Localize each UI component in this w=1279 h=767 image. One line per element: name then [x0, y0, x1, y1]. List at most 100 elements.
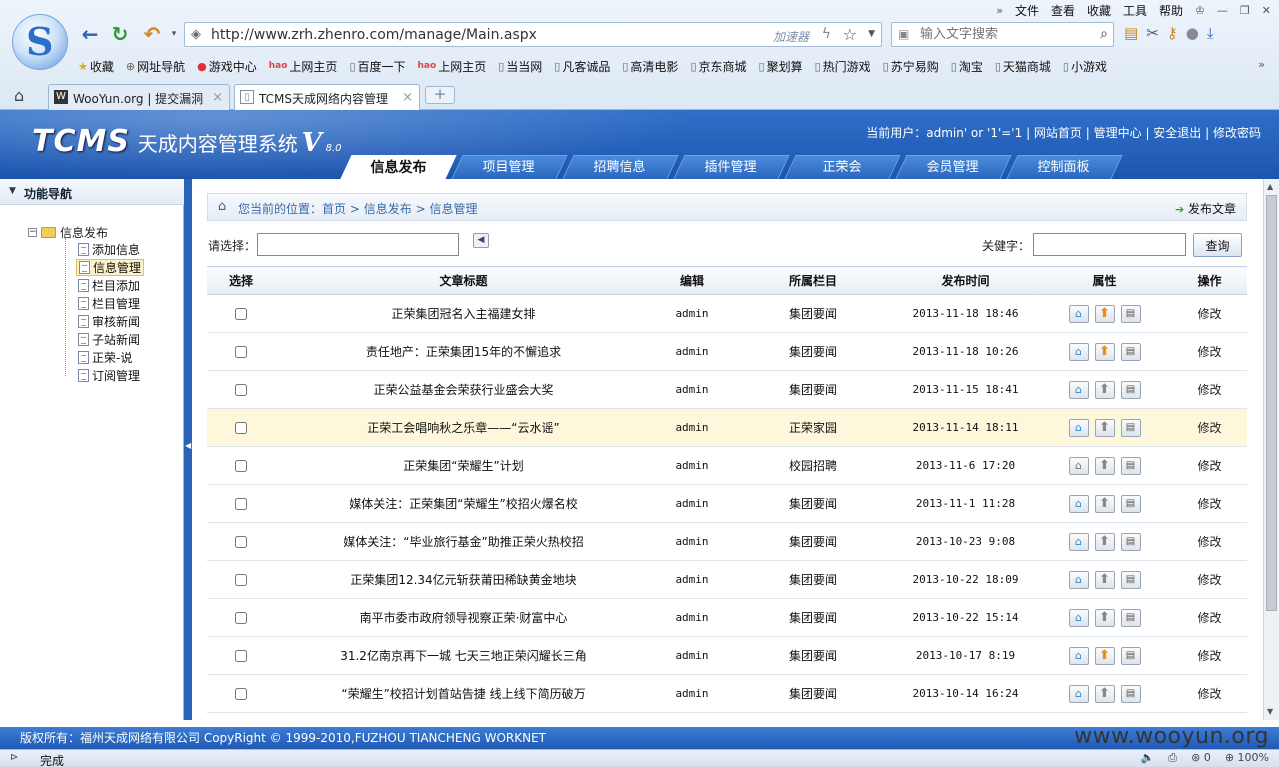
bookmark-item[interactable]: ▯ 高清电影: [622, 57, 678, 75]
nav-tab[interactable]: 会员管理: [895, 155, 1012, 179]
title-cell[interactable]: 31.2亿南京再下一城 七天三地正荣闪耀长三角: [275, 636, 652, 675]
sidebar-item[interactable]: 信息管理: [76, 259, 145, 276]
home-page-icon[interactable]: ⌂: [1068, 570, 1089, 589]
tab-wooyun[interactable]: W WooYun.org | 提交漏洞 ×: [48, 84, 230, 110]
top-arrow-icon[interactable]: ⬆: [1094, 380, 1115, 399]
sidebar-header[interactable]: ▼ 功能导航: [0, 179, 184, 205]
speaker-icon[interactable]: 🔈: [1141, 751, 1155, 765]
top-arrow-icon[interactable]: ⬆: [1094, 532, 1115, 551]
chevron-left-icon[interactable]: ◀: [185, 441, 191, 450]
refresh-icon[interactable]: ↻: [108, 22, 132, 46]
sidebar-item[interactable]: 审核新闻: [76, 313, 142, 330]
bookmark-item[interactable]: hao 上网主页: [269, 57, 338, 75]
bookmark-item[interactable]: ▯ 淘宝: [951, 57, 983, 75]
home-page-icon[interactable]: ⌂: [1068, 646, 1089, 665]
double-chevron-icon[interactable]: »: [1258, 58, 1265, 71]
image-icon[interactable]: ▤: [1120, 342, 1141, 361]
edit-link[interactable]: 修改: [1197, 649, 1221, 663]
title-cell[interactable]: 正荣集团“荣耀生”计划: [275, 446, 652, 485]
bookmark-item[interactable]: ▯ 小游戏: [1063, 57, 1107, 75]
bookmark-item[interactable]: ⊕ 网址导航: [126, 57, 185, 75]
link-admin-center[interactable]: 管理中心: [1094, 126, 1142, 140]
scissors-icon[interactable]: ✂: [1146, 24, 1159, 42]
restore-icon[interactable]: ❐: [1240, 4, 1250, 17]
home-page-icon[interactable]: ⌂: [1068, 456, 1089, 475]
tree-root[interactable]: − 信息发布: [28, 224, 108, 241]
search-icon[interactable]: ⌕: [1100, 26, 1108, 42]
menu-view[interactable]: 查看: [1051, 2, 1075, 19]
skin-icon[interactable]: ♔: [1195, 4, 1205, 17]
edit-link[interactable]: 修改: [1197, 535, 1221, 549]
bookmark-item[interactable]: ▯ 聚划算: [759, 57, 803, 75]
row-checkbox[interactable]: [235, 422, 247, 434]
nav-tab[interactable]: 项目管理: [451, 155, 568, 179]
home-page-icon[interactable]: ⌂: [1068, 304, 1089, 323]
image-icon[interactable]: ▤: [1120, 608, 1141, 627]
bookmark-item[interactable]: ▯ 京东商城: [690, 57, 746, 75]
scroll-up-icon[interactable]: ▲: [1267, 182, 1273, 191]
home-page-icon[interactable]: ⌂: [1068, 684, 1089, 703]
edit-link[interactable]: 修改: [1197, 383, 1221, 397]
edit-link[interactable]: 修改: [1197, 497, 1221, 511]
download-icon[interactable]: ⤓: [1207, 24, 1214, 42]
close-icon[interactable]: ×: [402, 90, 413, 105]
publish-article-link[interactable]: ➔ 发布文章: [1175, 200, 1236, 217]
title-cell[interactable]: 媒体关注：正荣集团“荣耀生”校招火爆名校: [275, 484, 652, 523]
edit-link[interactable]: 修改: [1197, 307, 1221, 321]
bookmark-item[interactable]: ● 游戏中心: [197, 57, 257, 75]
scroll-thumb[interactable]: [1266, 195, 1277, 611]
image-icon[interactable]: ▤: [1120, 304, 1141, 323]
home-page-icon[interactable]: ⌂: [1068, 494, 1089, 513]
lightning-icon[interactable]: ϟ: [822, 26, 831, 42]
undo-dropdown-icon[interactable]: ▾: [162, 22, 186, 46]
chevron-left-icon[interactable]: ◀: [473, 233, 489, 248]
image-icon[interactable]: ▤: [1120, 532, 1141, 551]
bookmark-item[interactable]: hao 上网主页: [418, 57, 487, 75]
menu-tools[interactable]: 工具: [1123, 2, 1147, 19]
crumb-home[interactable]: 首页: [322, 202, 346, 216]
scroll-down-icon[interactable]: ▼: [1267, 707, 1273, 716]
image-icon[interactable]: ▤: [1120, 646, 1141, 665]
title-cell[interactable]: 正荣公益基金会荣获行业盛会大奖: [275, 370, 652, 409]
close-icon[interactable]: ✕: [1262, 4, 1271, 17]
image-icon[interactable]: ▤: [1120, 418, 1141, 437]
address-bar[interactable]: ◈ http://www.zrh.zhenro.com/manage/Main.…: [184, 22, 882, 47]
row-checkbox[interactable]: [235, 460, 247, 472]
sidebar-item[interactable]: 栏目添加: [76, 277, 142, 294]
title-cell[interactable]: 正荣集团12.34亿元斩获莆田稀缺黄金地块: [275, 560, 652, 599]
tab-tcms[interactable]: ▯ TCMS天成网络内容管理 ×: [234, 84, 420, 111]
row-checkbox[interactable]: [235, 688, 247, 700]
bookmark-item[interactable]: ▯ 热门游戏: [815, 57, 871, 75]
home-page-icon[interactable]: ⌂: [1068, 342, 1089, 361]
back-icon[interactable]: ←: [78, 22, 102, 46]
nav-tab[interactable]: 信息发布: [340, 155, 457, 179]
home-page-icon[interactable]: ⌂: [1068, 608, 1089, 627]
search-engine-icon[interactable]: ▣: [898, 27, 909, 41]
collapse-box-icon[interactable]: −: [28, 228, 37, 237]
row-checkbox[interactable]: [235, 308, 247, 320]
top-arrow-icon[interactable]: ⬆: [1094, 684, 1115, 703]
edit-link[interactable]: 修改: [1197, 687, 1221, 701]
title-cell[interactable]: 媒体关注：“毕业旅行基金”助推正荣火热校招: [275, 522, 652, 561]
plugin-icon[interactable]: ▤: [1124, 24, 1138, 42]
star-icon[interactable]: ☆: [843, 25, 857, 44]
image-icon[interactable]: ▤: [1120, 456, 1141, 475]
top-arrow-icon[interactable]: ⬆: [1094, 304, 1115, 323]
top-arrow-icon[interactable]: ⬆: [1094, 342, 1115, 361]
search-input[interactable]: [920, 25, 1080, 44]
keyword-input[interactable]: [1033, 233, 1186, 256]
top-arrow-icon[interactable]: ⬆: [1094, 608, 1115, 627]
accelerator-label[interactable]: 加速器: [773, 28, 809, 45]
bookmark-item[interactable]: ▯ 凡客诚品: [554, 57, 610, 75]
row-checkbox[interactable]: [235, 498, 247, 510]
title-cell[interactable]: “荣耀生”校招计划首站告捷 线上线下简历破万: [275, 674, 652, 713]
bookmark-item[interactable]: ▯ 当当网: [498, 57, 542, 75]
top-arrow-icon[interactable]: ⬆: [1094, 418, 1115, 437]
link-change-password[interactable]: 修改密码: [1213, 126, 1261, 140]
title-cell[interactable]: 正荣集团冠名入主福建女排: [275, 294, 652, 333]
crumb-info-publish[interactable]: 信息发布: [364, 202, 412, 216]
nav-tab[interactable]: 正荣会: [784, 155, 901, 179]
menu-help[interactable]: 帮助: [1159, 2, 1183, 19]
link-logout[interactable]: 安全退出: [1153, 126, 1201, 140]
close-icon[interactable]: ×: [212, 90, 223, 105]
